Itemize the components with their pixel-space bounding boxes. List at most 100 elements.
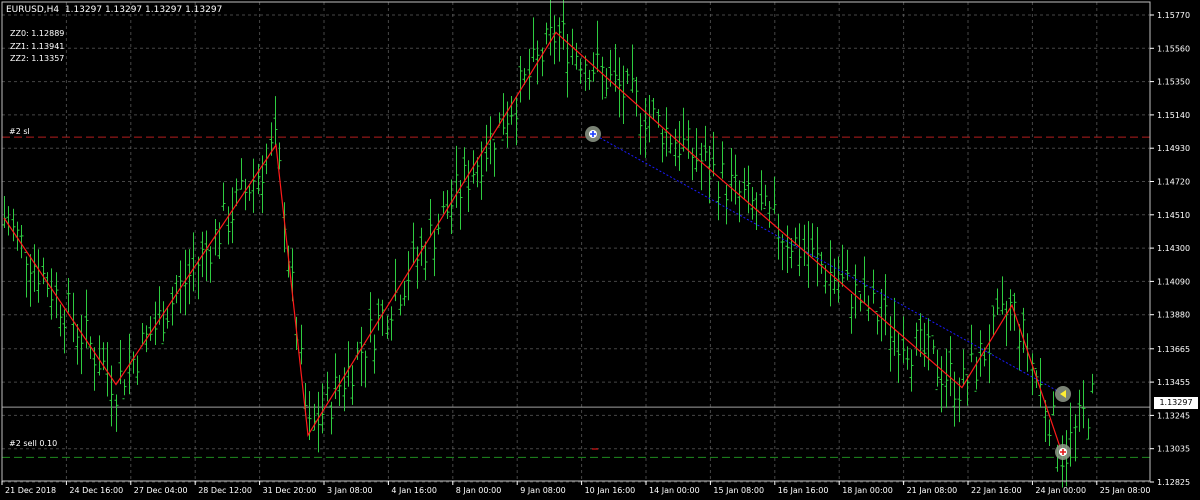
price-bar — [819, 251, 824, 274]
price-bar — [204, 230, 209, 282]
price-bar — [574, 42, 579, 70]
y-tick-label: 1.15560 — [1157, 44, 1190, 53]
price-bar — [170, 286, 175, 326]
price-bar — [914, 322, 919, 356]
price-bar — [961, 349, 966, 386]
price-bar — [651, 97, 656, 120]
price-bar — [763, 184, 768, 209]
price-bar — [901, 316, 906, 364]
trade-trend-line — [592, 133, 1064, 395]
x-tick-label: 28 Dec 12:00 — [198, 486, 252, 495]
price-bar — [389, 306, 394, 341]
price-bar — [226, 206, 231, 245]
price-bar — [733, 154, 738, 205]
price-bar — [514, 96, 519, 146]
price-bar — [58, 304, 63, 337]
buy-arrow-icon — [585, 126, 601, 142]
x-tick-label: 9 Jan 08:00 — [520, 486, 566, 495]
price-bar — [531, 17, 536, 63]
x-tick-label: 24 Jan 00:00 — [1035, 486, 1086, 495]
price-bar — [1000, 276, 1005, 315]
price-bar — [41, 257, 46, 285]
ohlc-label: 1.13297 1.13297 1.13297 1.13297 — [64, 5, 223, 15]
y-tick-label: 1.13245 — [1157, 411, 1190, 420]
price-bar — [109, 365, 114, 427]
price-bar — [583, 55, 588, 91]
price-bar — [711, 131, 716, 177]
y-tick-label: 1.13455 — [1157, 378, 1190, 387]
price-bar — [71, 292, 76, 343]
price-bar — [660, 128, 665, 163]
price-bar — [729, 148, 734, 202]
price-bar — [273, 96, 278, 147]
price-bar — [815, 226, 820, 287]
price-bar — [1004, 300, 1009, 347]
price-bar — [595, 20, 600, 73]
price-bar — [79, 315, 84, 375]
price-bar — [939, 356, 944, 413]
y-tick-label: 1.13035 — [1157, 445, 1190, 454]
y-tick-label: 1.14510 — [1157, 211, 1190, 220]
price-bar — [647, 95, 652, 143]
price-bar — [871, 269, 876, 304]
y-tick-label: 1.13665 — [1157, 345, 1190, 354]
price-bar — [1081, 380, 1086, 429]
price-bar — [161, 301, 166, 345]
price-bar — [772, 176, 777, 214]
price-bar — [883, 274, 888, 336]
price-bar — [419, 227, 424, 266]
price-bar — [905, 346, 910, 370]
price-bar — [995, 288, 1000, 315]
price-bar — [634, 76, 639, 117]
price-bar — [1030, 353, 1035, 396]
price-bar — [1086, 418, 1091, 440]
price-bar — [24, 251, 29, 298]
price-bar — [600, 56, 605, 100]
price-chart[interactable]: 1.15770 1.15560 1.15350 1.15140 1.14930 1.147… — [0, 0, 1200, 500]
current-price-tag: 1.13297 — [1154, 397, 1198, 409]
x-tick-label: 21 Dec 2018 — [5, 486, 56, 495]
price-bar — [518, 55, 523, 103]
x-tick-label: 10 Jan 16:00 — [585, 486, 636, 495]
price-bar — [978, 330, 983, 377]
chart-frame — [1, 1, 1151, 482]
price-bar — [840, 244, 845, 287]
price-bar — [561, 0, 566, 50]
price-bar — [114, 394, 119, 432]
price-bar — [251, 158, 256, 213]
price-bar — [1051, 391, 1056, 416]
price-bar — [1060, 435, 1065, 488]
price-bar — [2, 196, 7, 229]
price-bar — [174, 275, 179, 304]
price-bar — [49, 268, 54, 320]
left-arrow-icon — [1055, 386, 1071, 402]
price-bar — [1090, 373, 1095, 394]
zz0-label: ZZ0: 1.12889 — [10, 29, 65, 38]
price-bar — [1073, 414, 1078, 462]
price-bar — [243, 178, 248, 211]
price-bar — [677, 121, 682, 171]
stop-loss-label: #2 sl — [9, 127, 30, 136]
price-bar — [991, 305, 996, 337]
price-bar — [849, 294, 854, 334]
price-bar — [853, 264, 858, 319]
price-bar — [11, 208, 16, 242]
price-bar — [587, 69, 592, 90]
price-bar — [462, 147, 467, 183]
price-bar — [909, 349, 914, 392]
price-bar — [239, 158, 244, 190]
sell-order-label: #2 sell 0.10 — [9, 439, 58, 448]
price-bar — [935, 349, 940, 391]
x-tick-label: 16 Jan 16:00 — [778, 486, 829, 495]
x-tick-label: 22 Jan 16:00 — [971, 486, 1022, 495]
price-bar — [329, 401, 334, 435]
zz1-label: ZZ1: 1.13941 — [10, 42, 65, 51]
chart-window[interactable]: 1.15770 1.15560 1.15350 1.15140 1.14930 1.147… — [0, 0, 1200, 500]
price-bar — [686, 120, 691, 159]
y-tick-label: 1.15350 — [1157, 78, 1190, 87]
price-bar — [350, 365, 355, 405]
price-bar — [432, 228, 437, 277]
price-bar — [97, 335, 102, 376]
price-bar — [428, 199, 433, 238]
price-bar — [922, 322, 927, 367]
